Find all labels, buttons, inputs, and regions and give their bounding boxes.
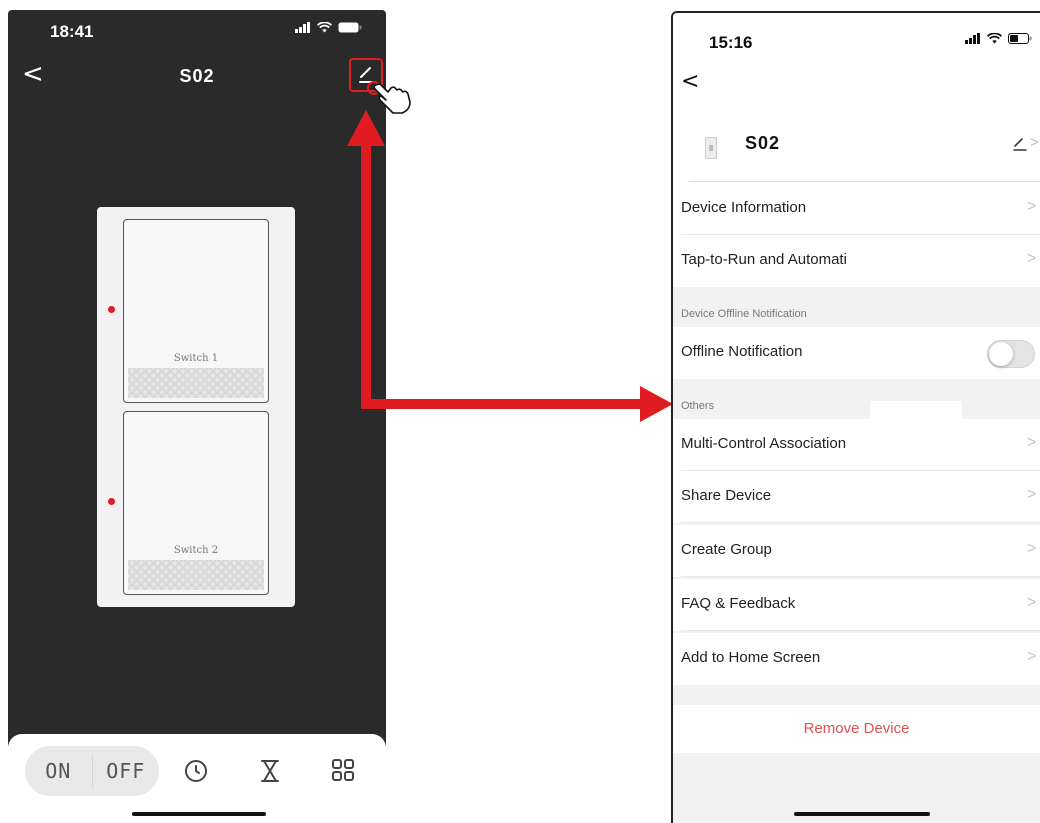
remove-device-label: Remove Device (803, 720, 910, 737)
row-label: Multi-Control Association (681, 435, 847, 452)
redaction-patch (870, 401, 962, 419)
grid-icon[interactable] (332, 759, 354, 781)
annotation-arrow (347, 110, 673, 422)
row-label: Device Information (681, 199, 807, 216)
switch-2-texture (128, 560, 264, 590)
home-indicator (794, 812, 930, 816)
indicator-led-1 (108, 306, 115, 313)
right-phone-screen: 15:16 < S02 > Device Information > Tap-t… (671, 11, 1040, 823)
row-offline-notification: Offline Notification (673, 327, 1040, 379)
system-icons (965, 33, 1032, 44)
wifi-icon (317, 22, 332, 33)
status-time: 18:41 (50, 22, 94, 41)
chevron-right-icon: > (1027, 540, 1037, 557)
back-button[interactable]: < (681, 69, 699, 94)
indicator-led-2 (108, 498, 115, 505)
chevron-right-icon: > (1027, 434, 1037, 451)
row-divider (681, 630, 1040, 631)
chevron-right-icon: > (1027, 486, 1037, 503)
off-button[interactable]: OFF (93, 746, 160, 796)
header-divider (689, 181, 1040, 182)
row-add-to-home-screen[interactable]: Add to Home Screen > (673, 633, 1040, 685)
left-phone-screen: 18:41 < S02 Switch 1 Switch 2 ON OFF (8, 10, 386, 823)
row-label: Add to Home Screen (681, 649, 821, 666)
clock-icon[interactable] (184, 759, 208, 783)
pencil-icon[interactable] (1013, 137, 1027, 151)
signal-icon (965, 33, 980, 44)
switch-2-label: Switch 2 (173, 545, 219, 556)
switch-1-texture (128, 368, 264, 398)
row-label: Create Group (681, 541, 772, 558)
on-button[interactable]: ON (25, 746, 92, 796)
bottom-control-bar: ON OFF (8, 734, 386, 823)
battery-icon (338, 22, 362, 33)
row-label: Offline Notification (681, 343, 803, 360)
wifi-icon (987, 33, 1002, 44)
section-header-offline: Device Offline Notification (681, 308, 807, 320)
row-device-information[interactable]: Device Information > (673, 183, 1040, 235)
section-header-others: Others (681, 400, 715, 412)
home-indicator (132, 812, 266, 816)
on-off-group: ON OFF (25, 746, 159, 796)
device-thumbnail-icon (705, 137, 717, 159)
row-label: Share Device (681, 487, 772, 504)
row-divider (681, 522, 1040, 523)
row-divider (681, 576, 1040, 577)
toggle-knob (989, 342, 1013, 366)
switch-2-button[interactable]: Switch 2 (123, 411, 269, 595)
device-title: S02 (179, 66, 215, 86)
hourglass-icon[interactable] (259, 759, 281, 783)
row-multi-control[interactable]: Multi-Control Association > (673, 419, 1040, 471)
chevron-right-icon: > (1027, 250, 1037, 267)
switch-panel: Switch 1 Switch 2 (97, 207, 295, 607)
remove-device-button[interactable]: Remove Device (673, 705, 1040, 753)
row-tap-to-run[interactable]: Tap-to-Run and Automati > (673, 235, 1040, 287)
row-faq-feedback[interactable]: FAQ & Feedback > (673, 579, 1040, 631)
status-time: 15:16 (709, 33, 753, 52)
chevron-right-icon: > (1027, 198, 1037, 215)
battery-icon (1008, 33, 1032, 44)
system-icons (295, 22, 362, 33)
switch-1-button[interactable]: Switch 1 (123, 219, 269, 403)
navigation-bar: < S02 (8, 58, 386, 94)
row-label: Tap-to-Run and Automati (681, 251, 847, 268)
device-name-chevron[interactable]: > (1030, 134, 1039, 151)
device-name: S02 (745, 133, 781, 153)
row-create-group[interactable]: Create Group > (673, 525, 1040, 577)
status-bar: 18:41 (8, 10, 386, 50)
row-share-device[interactable]: Share Device > (673, 471, 1040, 523)
row-label: FAQ & Feedback (681, 595, 796, 612)
switch-1-label: Switch 1 (173, 353, 219, 364)
chevron-right-icon: > (1027, 594, 1037, 611)
chevron-right-icon: > (1027, 648, 1037, 665)
signal-icon (295, 22, 310, 33)
offline-notification-toggle[interactable] (987, 340, 1035, 368)
